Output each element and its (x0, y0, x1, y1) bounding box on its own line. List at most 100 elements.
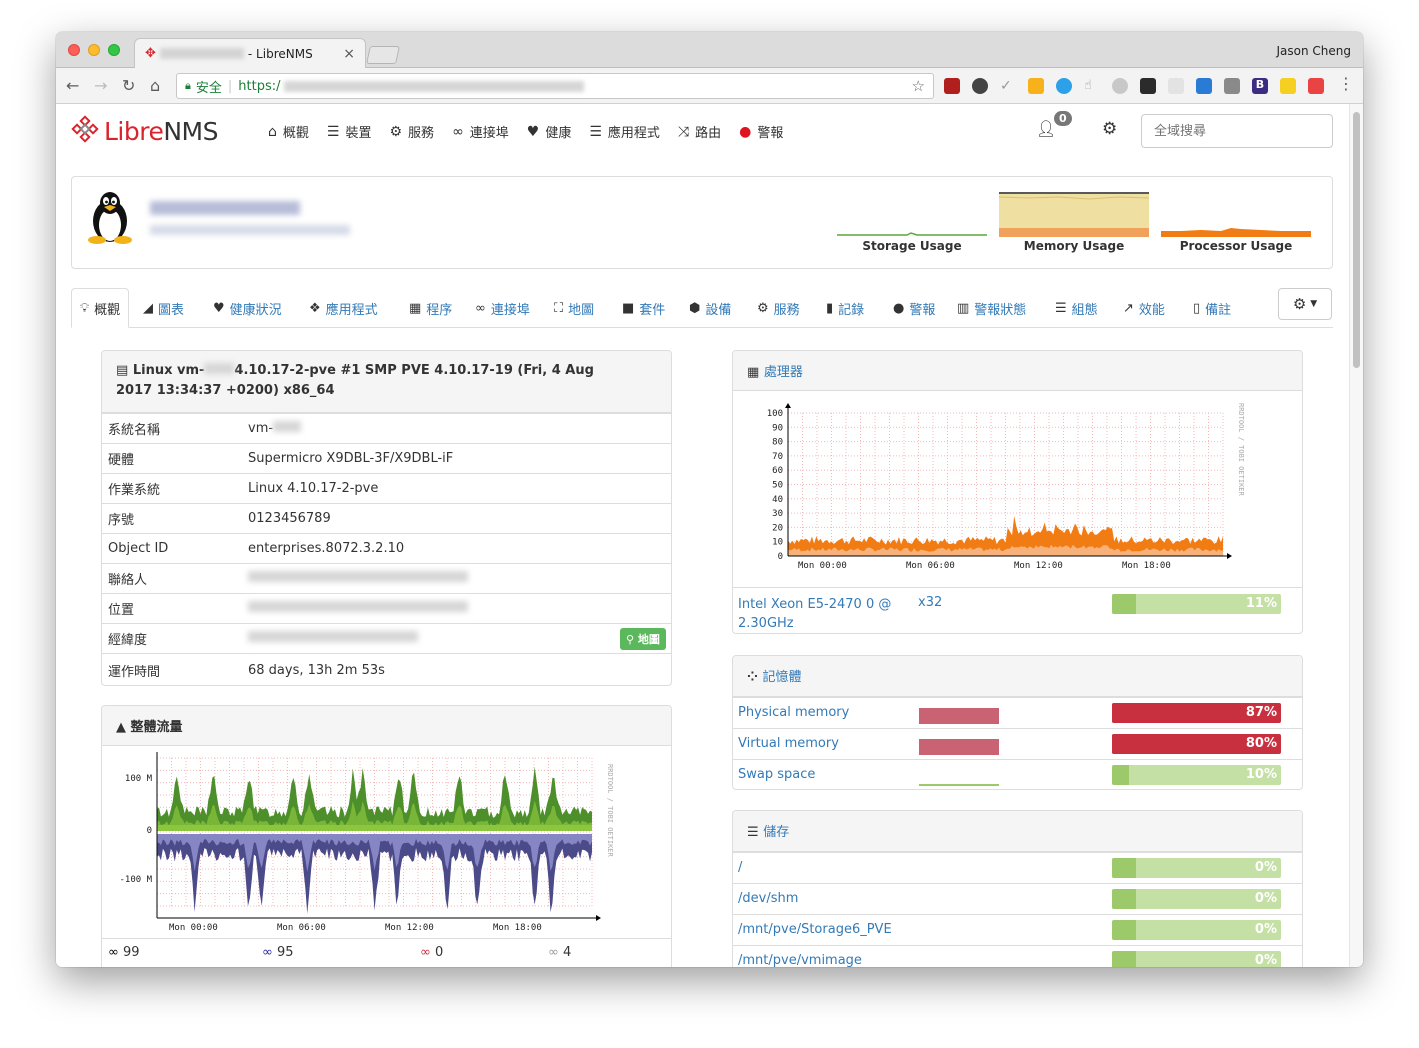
menu-overview[interactable]: ⌂ 概觀 (268, 122, 309, 142)
tab-inventory[interactable]: ⬢ 設備 (689, 288, 731, 328)
swap-space-bar[interactable]: 10% (1112, 765, 1281, 785)
tab-overview[interactable]: 💡︎ 概觀 (71, 288, 130, 328)
y-tick-label: 0 (147, 826, 152, 836)
tab-health[interactable]: ♥ 健康狀況 (213, 288, 282, 328)
menu-alerts[interactable]: ● 警報 (739, 122, 783, 142)
device-subnav: 💡︎ 概觀 ◢ 圖表 ♥ 健康狀況 ❖ 應用程式 ▦ 程序 ∞ 連接埠 ⛶ 地圖 ■ 套件 ⬢ 設… (71, 288, 1333, 328)
scrollbar-thumb[interactable] (1353, 112, 1360, 368)
storage-root-link[interactable]: / (738, 860, 742, 875)
tab-packages[interactable]: ■ 套件 (622, 288, 665, 328)
ports-down[interactable]: ∞ 0 (420, 945, 443, 960)
global-search-input[interactable] (1141, 114, 1333, 148)
device-hostname-redacted[interactable] (150, 201, 300, 215)
virtual-memory-bar[interactable]: 80% (1112, 734, 1281, 754)
storage-devshm-link[interactable]: /dev/shm (738, 891, 798, 906)
physical-memory-link[interactable]: Physical memory (738, 705, 849, 720)
home-icon[interactable]: ⌂ (150, 76, 160, 95)
page-scrollbar[interactable] (1349, 104, 1363, 967)
menu-ports[interactable]: ∞ 連接埠 (452, 122, 509, 142)
processor-usage-graph[interactable]: Processor Usage (1161, 191, 1311, 253)
memory-usage-graph[interactable]: Memory Usage (999, 191, 1149, 253)
menu-services[interactable]: ⚙ 服務 (389, 122, 434, 142)
physical-memory-bar[interactable]: 87% (1112, 703, 1281, 723)
smart-extension-icon[interactable] (1168, 78, 1184, 94)
address-bar[interactable]: 🔒︎ 安全 | https:/ ☆ (176, 73, 934, 99)
tab-logs[interactable]: ▮ 記錄 (826, 288, 864, 328)
window-maximize-button[interactable] (108, 44, 120, 56)
storage-title-link[interactable]: 儲存 (763, 825, 789, 840)
cursor-extension-icon[interactable]: ☝︎ (1084, 78, 1100, 94)
swap-space-link[interactable]: Swap space (738, 767, 815, 782)
home-extension-icon[interactable] (1028, 78, 1044, 94)
ublock-extension-icon[interactable] (944, 78, 960, 94)
new-extension-icon[interactable] (1196, 78, 1212, 94)
browser-profile-name[interactable]: Jason Cheng (1277, 44, 1352, 58)
storage-usage-graph[interactable]: Storage Usage (837, 191, 987, 253)
memory-title-link[interactable]: 記憶體 (762, 670, 801, 685)
alert-count-badge[interactable]: 0 (1054, 111, 1072, 126)
pen-extension-icon[interactable] (1280, 78, 1296, 94)
x-tick-label: Mon 06:00 (277, 923, 326, 933)
tab-alerts[interactable]: ● 警報 (893, 288, 935, 328)
cpu-name-link[interactable]: Intel Xeon E5-2470 0 @2.30GHz (738, 595, 891, 633)
image-extension-icon[interactable] (1140, 78, 1156, 94)
window-close-button[interactable] (68, 44, 80, 56)
flag-extension-icon[interactable] (1308, 78, 1324, 94)
tab-config[interactable]: ☰ 組態 (1055, 288, 1098, 328)
rrdtool-watermark: RRDTOOL / TOBI OETIKER (606, 764, 614, 858)
storage-storage6-link[interactable]: /mnt/pve/Storage6_PVE (738, 922, 892, 937)
virtual-memory-link[interactable]: Virtual memory (738, 736, 839, 751)
globe-extension-icon[interactable] (1112, 78, 1128, 94)
ports-up[interactable]: ∞ 95 (262, 945, 294, 960)
settings-gear-icon[interactable]: ⚙ (1102, 119, 1117, 139)
tab-alert-stats[interactable]: ▥ 警報狀態 (957, 288, 1026, 328)
copy-extension-icon[interactable] (1224, 78, 1240, 94)
tab-notes[interactable]: ▯ 備註 (1193, 288, 1231, 328)
processor-panel: ▦ 處理器 100 90 80 70 60 50 40 30 20 10 0 Mon 00:00 Mon… (732, 350, 1303, 634)
device-settings-dropdown[interactable]: ⚙ ▼ (1278, 288, 1332, 320)
ports-disabled[interactable]: ∞ 4 (548, 945, 571, 960)
extension-icon[interactable] (972, 78, 988, 94)
window-minimize-button[interactable] (88, 44, 100, 56)
menu-health[interactable]: ♥ 健康 (527, 122, 572, 142)
b-extension-icon[interactable]: B (1252, 78, 1268, 94)
storage-row: /mnt/pve/vmimage 0% (733, 945, 1302, 967)
secure-label: 安全 (195, 80, 222, 96)
x-axis-arrow (596, 915, 601, 921)
tab-graphs[interactable]: ◢ 圖表 (143, 288, 184, 328)
menu-apps[interactable]: ☰ 應用程式 (589, 122, 660, 142)
new-tab-button[interactable] (366, 46, 400, 64)
device-header-panel: Storage Usage Memory Usage Processor Usa… (71, 176, 1333, 269)
reload-icon[interactable]: ↻ (122, 76, 135, 95)
processor-graph[interactable]: 1009080706050403020100Mon 00:00 Mon 06:00… (733, 391, 1303, 587)
user-icon[interactable]: 👤︎ (1036, 119, 1056, 138)
storage-root-bar[interactable]: 0% (1112, 858, 1281, 878)
browser-menu-icon[interactable]: ⋮ (1338, 74, 1354, 93)
browser-tab[interactable]: ✥ - LibreNMS × (134, 38, 366, 68)
sync-extension-icon[interactable] (1056, 78, 1072, 94)
back-icon[interactable]: ← (66, 76, 79, 95)
storage-vmimage-link[interactable]: /mnt/pve/vmimage (738, 953, 862, 967)
map-button[interactable]: ⚲ 地圖 (620, 628, 666, 650)
storage-storage6-bar[interactable]: 0% (1112, 920, 1281, 940)
menu-routing[interactable]: ⤨ 路由 (678, 122, 721, 142)
ports-total[interactable]: ∞ 99 (108, 945, 140, 960)
tab-performance[interactable]: ↗ 效能 (1123, 288, 1165, 328)
check-extension-icon[interactable]: ✓ (1000, 78, 1016, 94)
tab-ports[interactable]: ∞ 連接埠 (475, 288, 530, 328)
storage-devshm-bar[interactable]: 0% (1112, 889, 1281, 909)
storage-vmimage-bar[interactable]: 0% (1112, 951, 1281, 967)
file-text-icon: ▯ (1193, 300, 1201, 316)
menu-devices[interactable]: ☰ 裝置 (327, 122, 372, 142)
processor-title-link[interactable]: 處理器 (764, 365, 803, 380)
tab-map[interactable]: ⛶ 地圖 (554, 288, 594, 328)
traffic-graph[interactable]: 100 M 0 -100 M Mon 00:00 Mon 06:00 Mon 12:00 M… (102, 746, 672, 938)
tab-apps[interactable]: ❖ 應用程式 (309, 288, 378, 328)
tab-close-icon[interactable]: × (343, 46, 355, 62)
librenms-logo[interactable]: LibreNMS (70, 115, 218, 146)
tab-processes[interactable]: ▦ 程序 (409, 288, 452, 328)
tab-services[interactable]: ⚙ 服務 (757, 288, 800, 328)
forward-icon[interactable]: → (94, 76, 107, 95)
cpu-usage-bar[interactable]: 11% (1112, 594, 1281, 614)
bookmark-star-icon[interactable]: ☆ (912, 77, 925, 95)
